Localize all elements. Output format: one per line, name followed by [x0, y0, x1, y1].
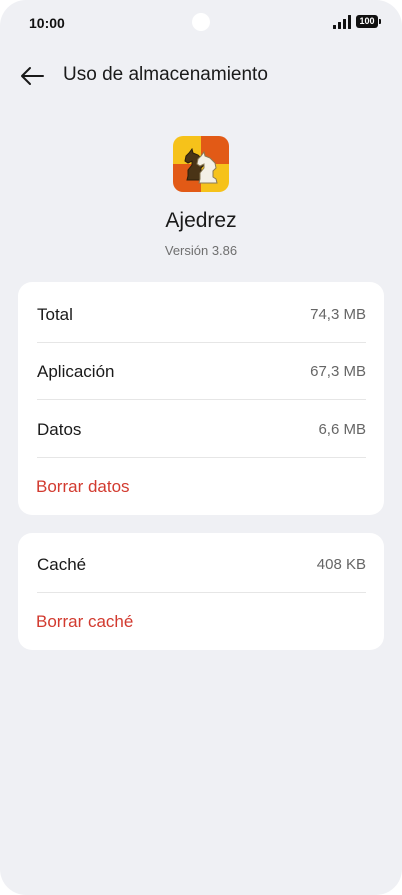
- camera-cutout: [192, 13, 210, 31]
- storage-row-total: Total 74,3 MB: [37, 286, 366, 343]
- page-title: Uso de almacenamiento: [63, 64, 268, 85]
- storage-card: Total 74,3 MB Aplicación 67,3 MB Datos 6…: [18, 282, 384, 515]
- storage-row-app: Aplicación 67,3 MB: [37, 343, 366, 400]
- cache-row: Caché 408 KB: [37, 536, 366, 593]
- row-label: Datos: [37, 419, 82, 439]
- app-name: Ajedrez: [165, 209, 237, 232]
- storage-row-data: Datos 6,6 MB: [37, 401, 366, 458]
- status-bar: 10:00 100: [0, 0, 402, 44]
- header: Uso de almacenamiento: [0, 56, 402, 96]
- clear-data-button[interactable]: Borrar datos: [36, 458, 130, 515]
- status-time: 10:00: [29, 15, 65, 31]
- row-value: 408 KB: [316, 556, 366, 573]
- back-button[interactable]: [14, 58, 50, 94]
- row-value: 74,3 MB: [310, 306, 366, 323]
- row-value: 67,3 MB: [310, 363, 366, 380]
- cache-card: Caché 408 KB Borrar caché: [18, 533, 384, 650]
- chess-app-icon: [173, 136, 229, 192]
- clear-cache-button[interactable]: Borrar caché: [36, 593, 133, 650]
- row-label: Caché: [37, 554, 87, 574]
- app-version: Versión 3.86: [164, 243, 238, 258]
- signal-icon: [333, 15, 351, 29]
- battery-icon: 100: [356, 15, 381, 28]
- divider: [37, 399, 366, 400]
- row-value: 6,6 MB: [318, 421, 366, 438]
- screen: 10:00 100 Uso de almacenamiento Ajedrez …: [0, 0, 402, 895]
- row-label: Aplicación: [37, 361, 115, 381]
- row-label: Total: [37, 304, 73, 324]
- back-arrow-icon: [21, 67, 44, 85]
